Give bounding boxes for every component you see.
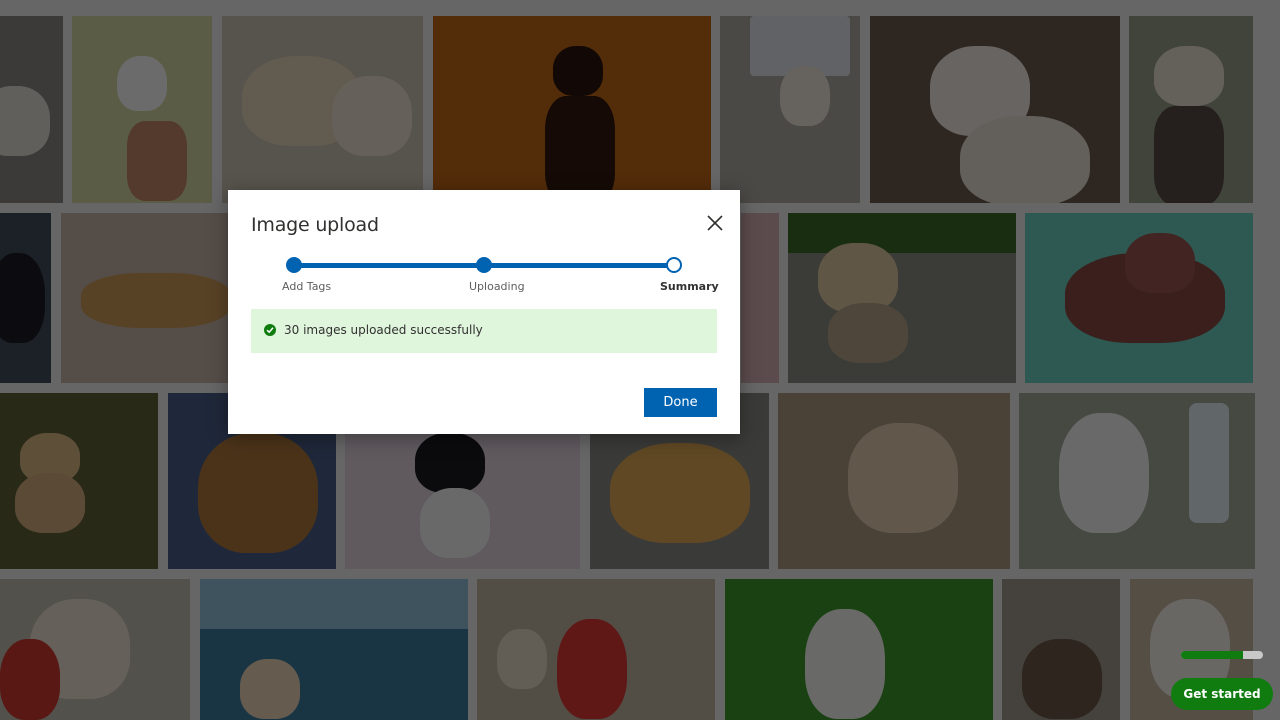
step-label-add-tags: Add Tags [282,280,332,293]
upload-progress-bar [1181,651,1263,659]
success-message-text: 30 images uploaded successfully [284,323,483,337]
get-started-button[interactable]: Get started [1171,678,1273,710]
step-label-uploading: Uploading [469,280,525,293]
step-label-summary: Summary [660,280,719,293]
check-circle-icon [264,324,276,336]
image-upload-dialog: Image upload Add Tags Uploading Summary … [228,190,740,434]
done-button[interactable]: Done [644,388,717,417]
step-dot-uploading [476,257,492,273]
upload-progress-fill [1181,651,1243,659]
success-message-bar: 30 images uploaded successfully [251,309,717,353]
upload-stepper: Add Tags Uploading Summary [228,190,740,300]
step-dot-add-tags [286,257,302,273]
step-dot-summary [666,257,682,273]
